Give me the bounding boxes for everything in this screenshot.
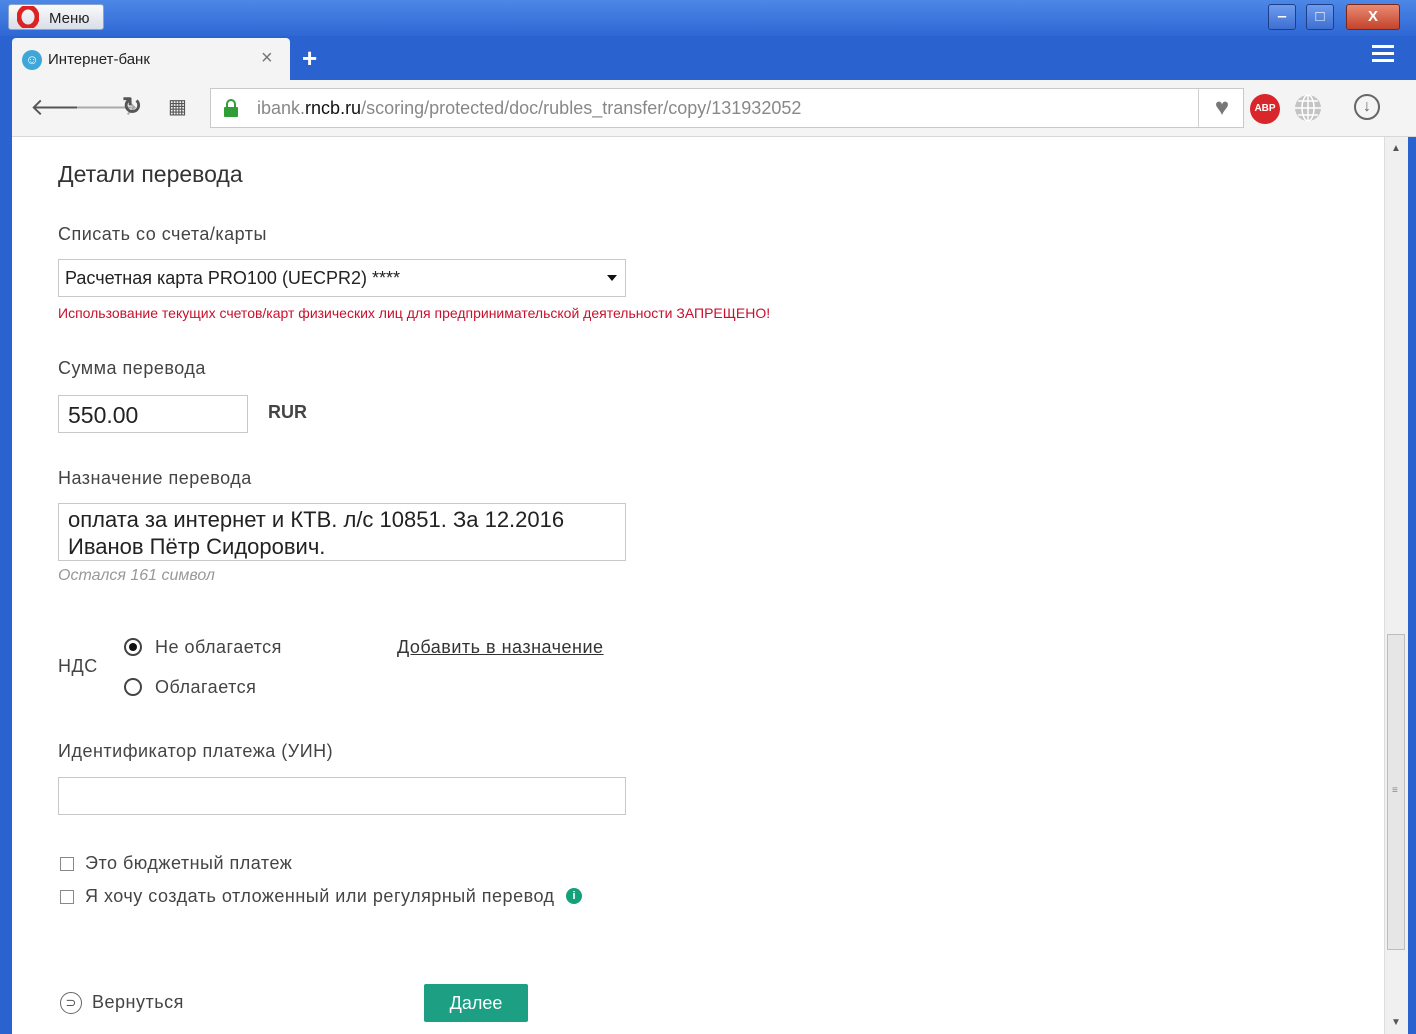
vat-option-label: Облагается <box>155 677 257 697</box>
currency-label: RUR <box>268 402 307 422</box>
back-arrow-circle-icon[interactable]: ⊃ <box>60 992 82 1014</box>
address-bar[interactable]: ibank.rncb.ru/scoring/protected/doc/rubl… <box>210 88 1244 128</box>
window-frame-left <box>0 80 12 1034</box>
adblock-icon[interactable]: ABP <box>1250 94 1280 124</box>
speed-dial-icon[interactable]: ▦ <box>168 94 187 119</box>
opera-menu-button[interactable]: Меню <box>8 4 104 30</box>
vat-option-label: Не облагается <box>155 637 282 657</box>
account-label: Списать со счета/карты <box>58 224 267 244</box>
vat-not-taxed-radio[interactable] <box>124 638 142 656</box>
scroll-down-icon[interactable]: ▼ <box>1391 1017 1401 1028</box>
page-content: Детали перевода Списать со счета/карты Р… <box>12 137 1384 1034</box>
account-warning: Использование текущих счетов/карт физиче… <box>58 305 771 321</box>
close-window-button[interactable]: X <box>1346 4 1400 30</box>
purpose-textarea[interactable]: оплата за интернет и КТВ. л/с 10851. За … <box>58 503 626 561</box>
tab-close-icon[interactable]: × <box>261 47 273 70</box>
download-icon[interactable]: ↓ <box>1354 94 1380 120</box>
vertical-scrollbar[interactable]: ▲ ≡ ▼ <box>1384 137 1409 1034</box>
tab-internet-bank[interactable]: ☺ Интернет-банк × <box>12 38 290 80</box>
scheduled-transfer-checkbox[interactable] <box>60 890 74 904</box>
amount-label: Сумма перевода <box>58 358 206 378</box>
vpn-globe-icon[interactable] <box>1294 94 1322 122</box>
maximize-button[interactable]: □ <box>1306 4 1334 30</box>
reload-icon[interactable]: ↻ <box>122 92 142 121</box>
account-select[interactable]: Расчетная карта PRO100 (UECPR2) **** <box>58 259 626 297</box>
next-button[interactable]: Далее <box>424 984 528 1022</box>
back-link[interactable]: Вернуться <box>92 992 184 1013</box>
lock-icon <box>224 99 238 117</box>
scrollbar-thumb[interactable]: ≡ <box>1387 634 1405 950</box>
new-tab-button[interactable]: + <box>302 43 317 74</box>
bank-favicon-icon: ☺ <box>22 50 42 70</box>
scroll-up-icon[interactable]: ▲ <box>1391 143 1401 154</box>
uin-label: Идентификатор платежа (УИН) <box>58 741 334 761</box>
purpose-label: Назначение перевода <box>58 468 252 488</box>
bookmark-heart-icon[interactable]: ♥ <box>1198 89 1245 127</box>
tab-title: Интернет-банк <box>48 51 150 68</box>
amount-input[interactable]: 550.00 <box>58 395 248 433</box>
url-domain: rncb.ru <box>305 98 362 118</box>
info-icon[interactable]: i <box>566 888 582 904</box>
scrollbar-grip-icon: ≡ <box>1392 785 1398 796</box>
browser-toolbar: 🡐 🡒 ↻ ▦ ibank.rncb.ru/scoring/protected/… <box>12 80 1416 137</box>
purpose-remaining-counter: Остался 161 символ <box>58 567 215 584</box>
tab-menu-icon[interactable] <box>1372 45 1394 66</box>
account-select-value: Расчетная карта PRO100 (UECPR2) **** <box>65 268 400 288</box>
window-title-bar: Меню ‒ □ X <box>0 0 1416 36</box>
url-prefix: ibank. <box>257 98 306 118</box>
vat-taxed-radio[interactable] <box>124 678 142 696</box>
section-title: Детали перевода <box>58 161 243 187</box>
chevron-down-icon <box>607 275 617 281</box>
add-to-purpose-link[interactable]: Добавить в назначение <box>397 637 604 658</box>
minimize-button[interactable]: ‒ <box>1268 4 1296 30</box>
vat-label: НДС <box>58 656 98 676</box>
opera-logo-icon <box>17 6 39 28</box>
window-frame-right <box>1408 137 1416 1034</box>
scheduled-transfer-label: Я хочу создать отложенный или регулярный… <box>85 886 555 906</box>
url-path: /scoring/protected/doc/rubles_transfer/c… <box>361 98 802 118</box>
budget-payment-checkbox[interactable] <box>60 857 74 871</box>
uin-input[interactable] <box>58 777 626 815</box>
tab-strip: ☺ Интернет-банк × + <box>0 36 1416 80</box>
menu-label: Меню <box>49 10 90 27</box>
url-text: ibank.rncb.ru/scoring/protected/doc/rubl… <box>257 98 801 119</box>
budget-payment-label: Это бюджетный платеж <box>85 853 293 873</box>
